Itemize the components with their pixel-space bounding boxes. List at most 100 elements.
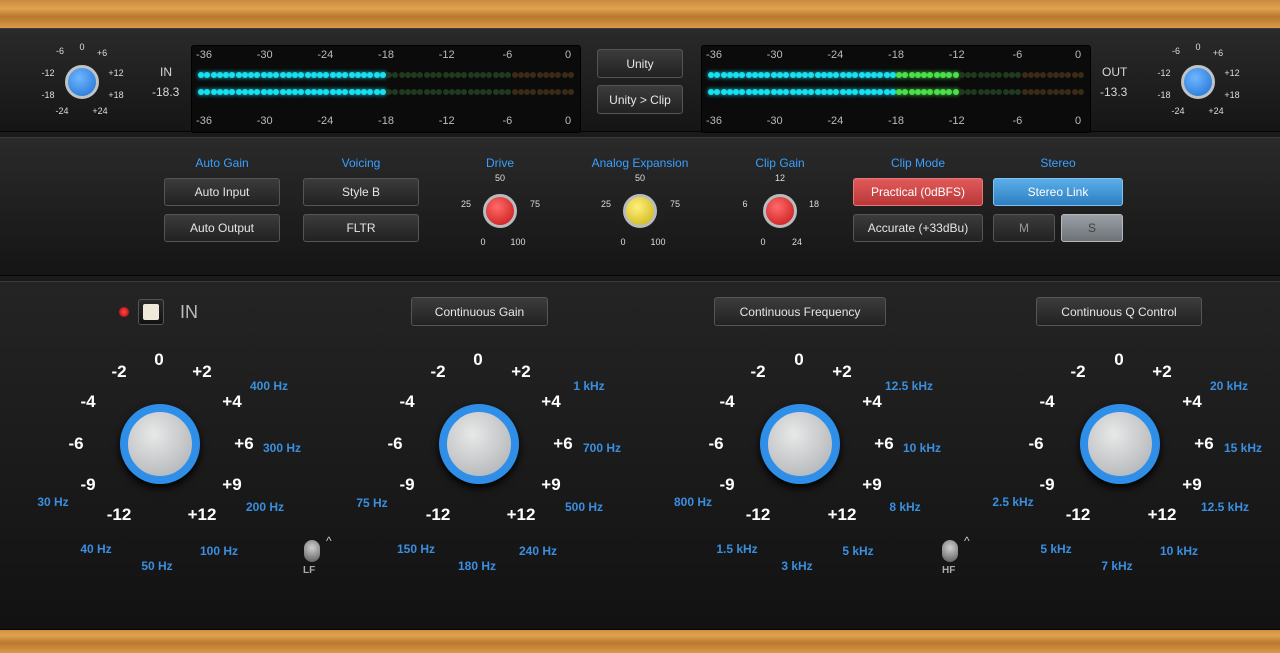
meter-led [745,72,752,78]
meter-led [216,89,223,95]
auto-input-button[interactable]: Auto Input [164,178,280,206]
meter-led [442,89,449,95]
freq-tick: 800 Hz [673,495,713,509]
input-meter: -36 -30 -24 -18 -12 -6 0 -36 -30 -24 -18 -12 -6 0 [191,45,581,133]
meter-led [423,72,430,78]
meter-led [733,72,740,78]
meter-led [1015,89,1022,95]
meter-led [442,72,449,78]
meter-led [524,72,531,78]
meter-led [726,72,733,78]
hmf-knob[interactable] [760,404,840,484]
meter-led [317,89,324,95]
meter-led [568,72,574,78]
meter-led [467,72,474,78]
meter-led [858,89,865,95]
meter-led [561,89,568,95]
lf-band: -2 0 +2 -4 +4 -6 +6 -9 +9 -12 +12 400 Hz… [20,342,320,582]
meter-led [1034,72,1041,78]
meter-led [298,89,305,95]
meter-led [871,89,878,95]
meter-led-row [708,72,1084,80]
meter-led [511,72,518,78]
meter-scale-tick: -18 [378,115,394,127]
clip-mode-title: Clip Mode [890,156,946,170]
mid-button[interactable]: M [993,214,1055,242]
gain-tick: +6 [1194,434,1214,453]
meter-led [958,89,965,95]
accurate-clip-button[interactable]: Accurate (+33dBu) [853,214,983,242]
input-trim-knob[interactable] [65,65,99,99]
hf-band: -2 0 +2 -4 +4 -6 +6 -9 +9 -12 +12 20 kHz… [980,342,1276,582]
meter-led [770,72,777,78]
meter-led [764,89,771,95]
continuous-q-button[interactable]: Continuous Q Control [1036,297,1202,326]
meter-led [404,89,411,95]
meter-led [229,89,236,95]
lmf-knob[interactable] [439,404,519,484]
voicing-title: Voicing [341,156,381,170]
meter-led [555,72,562,78]
freq-tick: 400 Hz [249,379,289,393]
io-panel: -6 0 +6 -12 +12 -18 +18 -24 +24 IN -18.3… [0,28,1280,133]
freq-tick: 5 kHz [842,544,874,558]
analog-expansion-knob[interactable] [623,194,657,228]
meter-led [1071,89,1078,95]
clip-gain-knob[interactable] [763,194,797,228]
drive-tick: 100 [510,237,526,247]
clip-gain-tick: 18 [808,199,820,209]
unity-button[interactable]: Unity [597,49,683,78]
continuous-gain-button[interactable]: Continuous Gain [411,297,548,326]
unity-clip-button[interactable]: Unity > Clip [597,85,683,114]
hf-knob[interactable] [1080,404,1160,484]
meter-led [386,72,393,78]
meter-led [354,89,361,95]
gain-tick: -9 [1039,475,1055,494]
continuous-frequency-button[interactable]: Continuous Frequency [714,297,886,326]
freq-tick: 12.5 kHz [1200,500,1250,514]
auto-output-button[interactable]: Auto Output [164,214,280,242]
drive-knob[interactable] [483,194,517,228]
trim-tick: -18 [41,90,55,100]
meter-scale-tick: -36 [706,115,722,127]
shelf-symbol-icon: ^ [326,534,332,548]
meter-led [783,89,790,95]
gain-tick: -4 [80,392,96,411]
meter-led [758,72,765,78]
meter-led [940,72,947,78]
gain-tick: +2 [511,362,531,381]
stereo-link-button[interactable]: Stereo Link [993,178,1123,206]
practical-clip-button[interactable]: Practical (0dBFS) [853,178,983,206]
meter-led [946,89,953,95]
style-b-button[interactable]: Style B [303,178,419,206]
meter-led [292,89,299,95]
lf-knob[interactable] [120,404,200,484]
output-trim-knob[interactable] [1181,65,1215,99]
meter-led [329,89,336,95]
hf-switch-label: HF [942,565,956,576]
gain-tick: +6 [234,434,254,453]
eq-in-switch[interactable] [138,299,164,325]
meter-scale: -36 -30 -24 -18 -12 -6 0 [192,115,580,127]
meter-led [720,72,727,78]
meter-led [1040,72,1047,78]
meter-led [808,89,815,95]
gain-tick: -6 [387,434,403,453]
meter-led [285,89,292,95]
trim-tick: +18 [1224,90,1240,100]
freq-tick: 150 Hz [396,542,436,556]
meter-led [914,89,921,95]
meter-led [714,89,721,95]
meter-led [708,89,714,95]
fltr-button[interactable]: FLTR [303,214,419,242]
meter-led [745,89,752,95]
gain-tick: +9 [862,475,882,494]
meter-led [708,72,714,78]
gain-tick: -12 [425,505,451,524]
meter-led [814,72,821,78]
meter-led [896,72,903,78]
meter-led [908,89,915,95]
gain-tick: -9 [80,475,96,494]
meter-led [927,72,934,78]
side-button[interactable]: S [1061,214,1123,242]
